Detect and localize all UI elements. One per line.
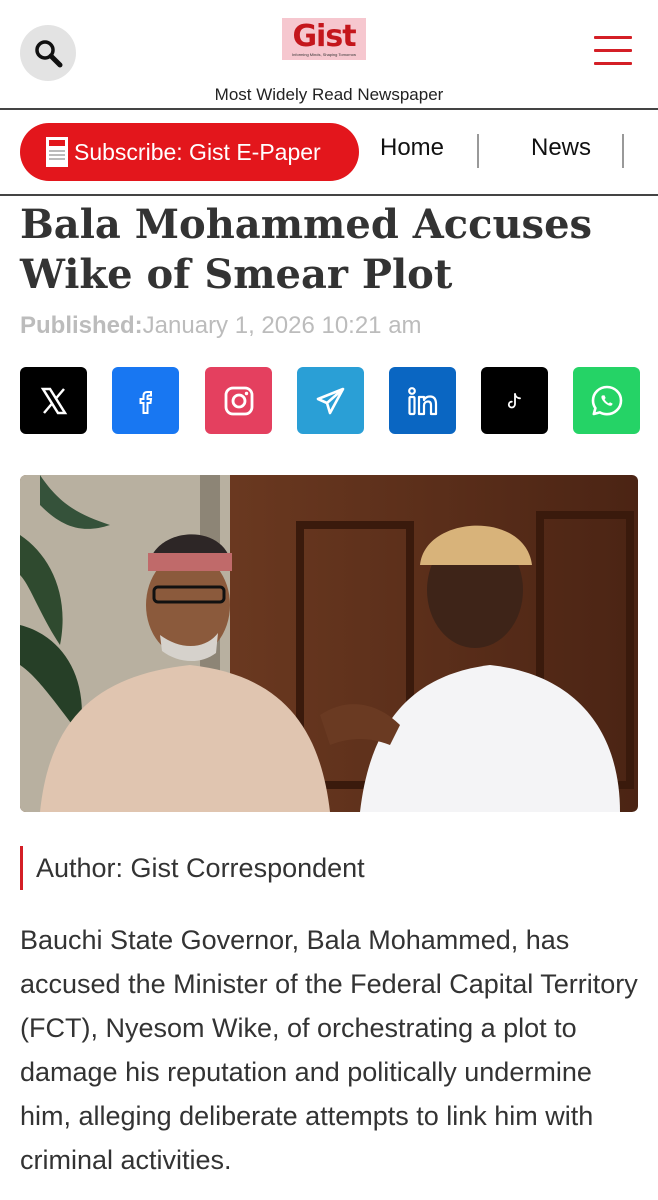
- top-navigation: Subscribe: Gist E-Paper Home News: [0, 110, 658, 196]
- article-image: [20, 475, 638, 812]
- subscribe-label: Subscribe: Gist E-Paper: [74, 138, 321, 165]
- share-instagram-button[interactable]: [205, 367, 272, 434]
- search-icon: [35, 40, 63, 68]
- x-icon: [40, 387, 67, 414]
- published-info: Published:January 1, 2026 10:21 am: [20, 312, 422, 340]
- site-logo[interactable]: Gist Informing Minds, Shaping Tomorrow: [282, 18, 366, 60]
- article-title: Bala Mohammed Accuses Wike of Smear Plot: [20, 201, 593, 298]
- whatsapp-icon: [591, 385, 622, 415]
- site-tagline: Most Widely Read Newspaper: [214, 85, 444, 104]
- nav-link-home[interactable]: Home: [380, 134, 444, 162]
- epaper-icon: [46, 137, 68, 167]
- share-facebook-button[interactable]: [112, 367, 179, 434]
- logo-text: Gist: [292, 18, 356, 54]
- share-linkedin-button[interactable]: [389, 367, 456, 434]
- share-whatsapp-button[interactable]: [573, 367, 640, 434]
- article-author: Author: Gist Correspondent: [20, 846, 365, 890]
- share-x-button[interactable]: [20, 367, 87, 434]
- search-button[interactable]: [20, 25, 76, 81]
- share-telegram-button[interactable]: [297, 367, 364, 434]
- instagram-icon: [224, 386, 253, 415]
- nav-separator: [477, 134, 479, 168]
- tiktok-icon: [507, 392, 521, 408]
- linkedin-icon: [407, 386, 437, 415]
- article-body: Bauchi State Governor, Bala Mohammed, ha…: [20, 925, 638, 1175]
- telegram-icon: [316, 387, 344, 414]
- share-tiktok-button[interactable]: [481, 367, 548, 434]
- logo-tagline: Informing Minds, Shaping Tomorrow: [292, 51, 356, 57]
- subscribe-button[interactable]: Subscribe: Gist E-Paper: [20, 123, 359, 181]
- facebook-icon: [139, 390, 152, 414]
- published-date: January 1, 2026 10:21 am: [142, 312, 422, 339]
- site-header: Gist Informing Minds, Shaping Tomorrow M…: [0, 0, 658, 110]
- published-label: Published:: [20, 312, 143, 339]
- hamburger-menu-icon[interactable]: [594, 36, 632, 68]
- nav-separator: [622, 134, 624, 168]
- article-photo: [20, 475, 638, 812]
- nav-link-news[interactable]: News: [531, 134, 591, 162]
